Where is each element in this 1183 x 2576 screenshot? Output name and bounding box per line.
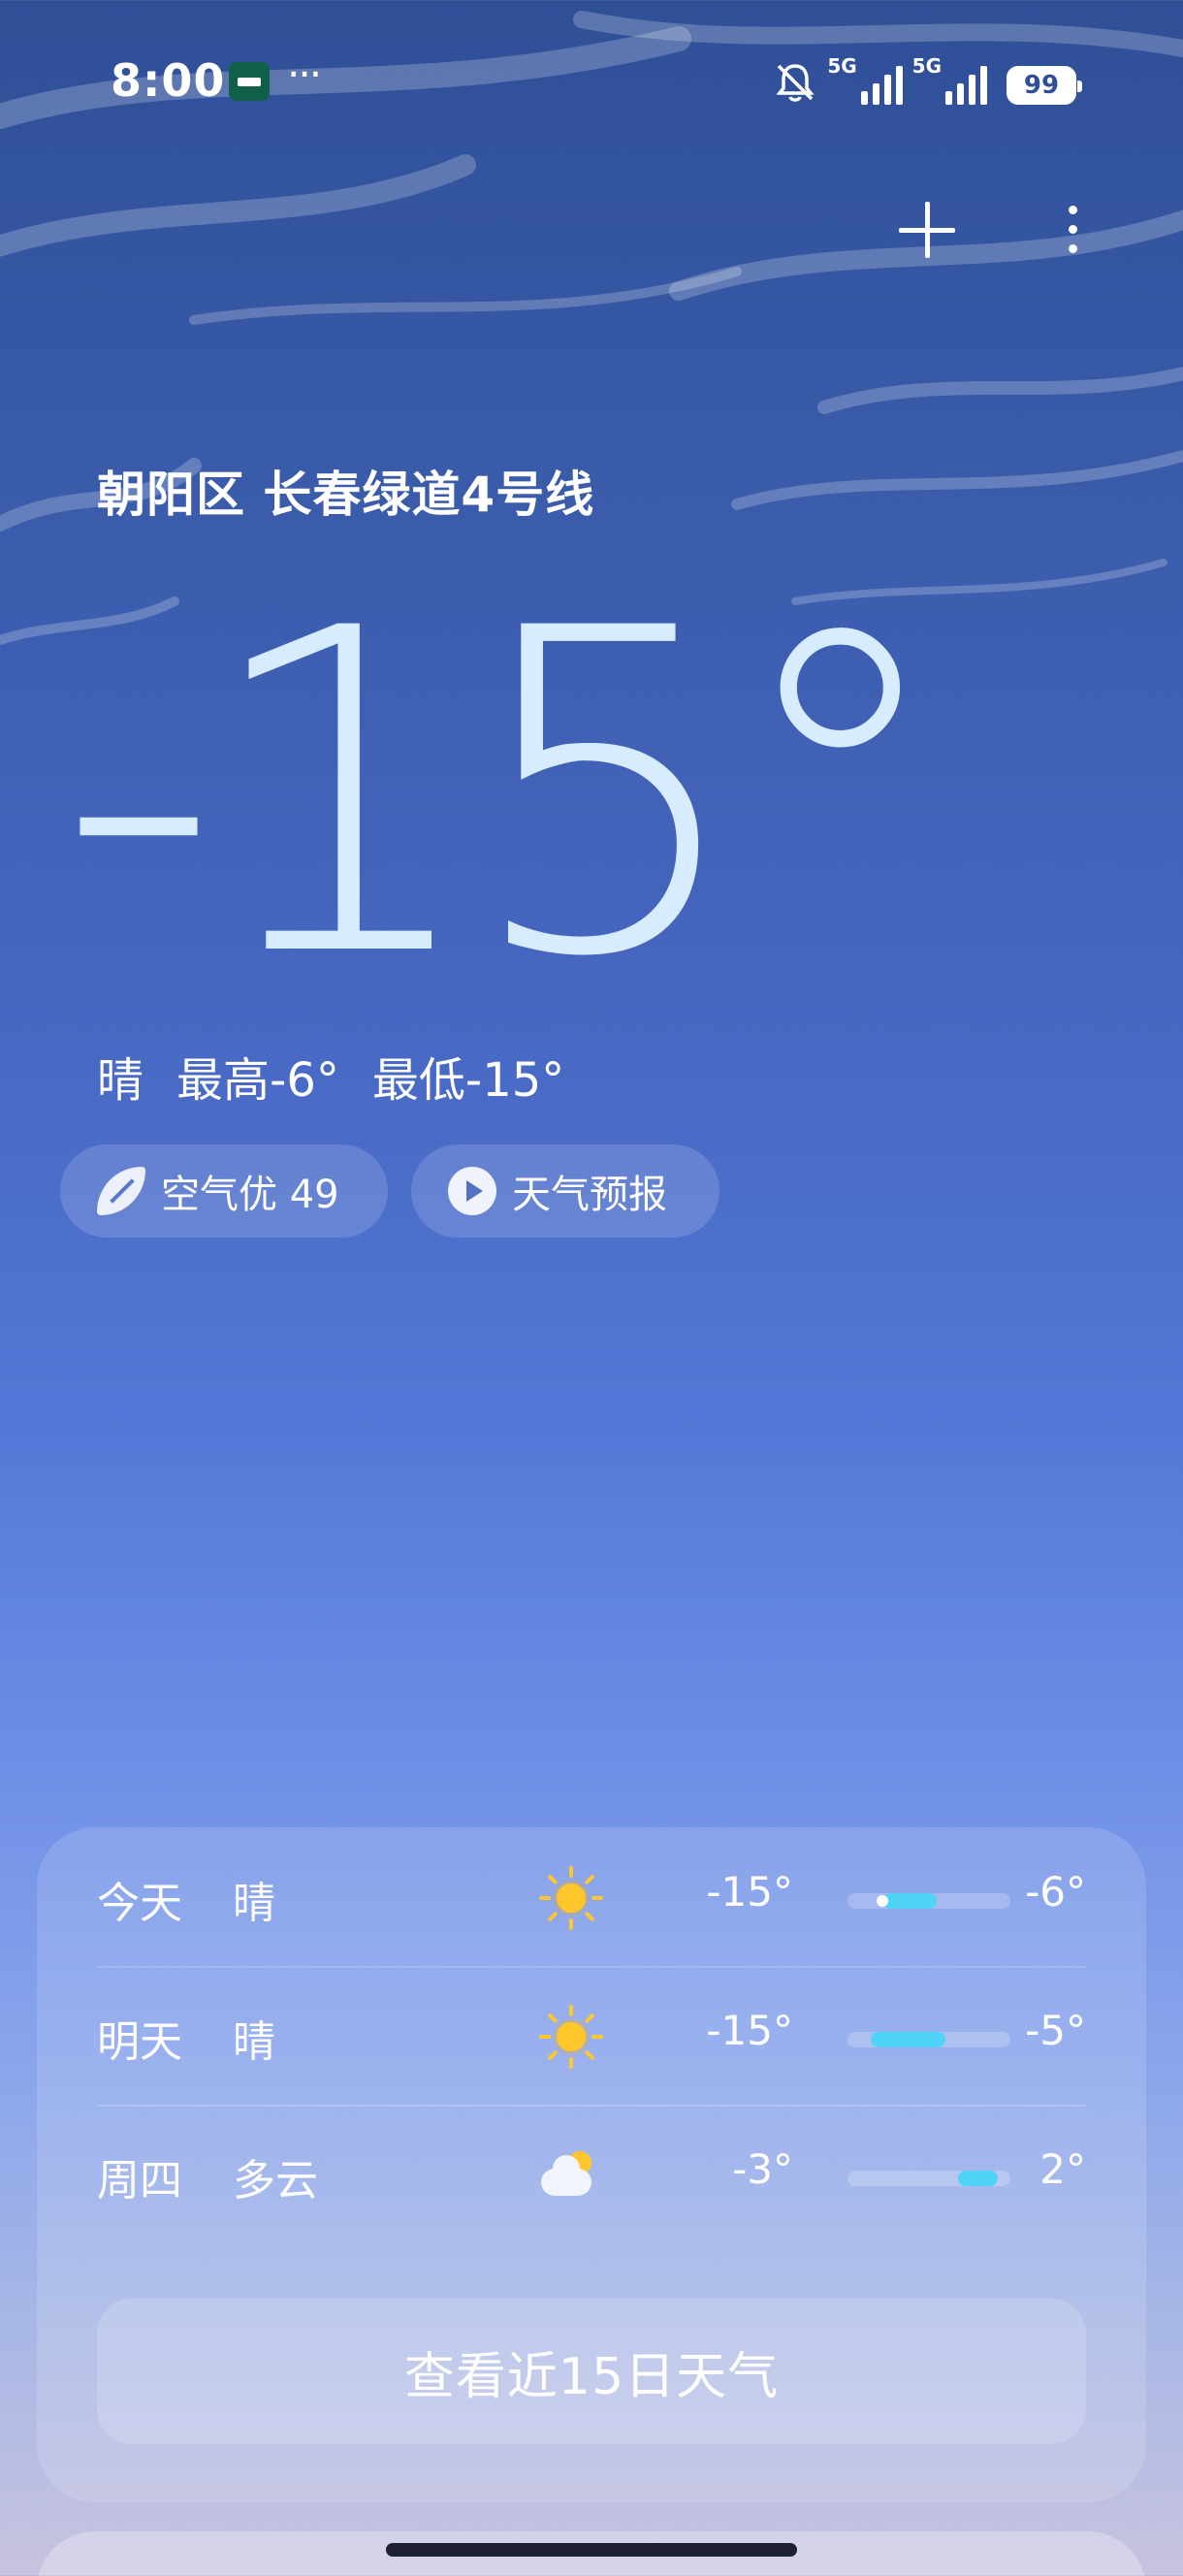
temperature-range-bar bbox=[847, 1893, 1010, 1909]
location-title[interactable]: 朝阳区 长春绿道4号线 bbox=[97, 456, 594, 526]
forecast-condition: 晴 bbox=[233, 1879, 275, 1928]
forecast-condition: 多云 bbox=[233, 2156, 318, 2206]
home-indicator[interactable] bbox=[386, 2543, 797, 2557]
view-15-day-button[interactable]: 查看近15日天气 bbox=[97, 2299, 1086, 2444]
air-quality-label: 空气优 49 bbox=[161, 1173, 339, 1217]
forecast-low: -15° bbox=[706, 1868, 793, 1916]
forecast-high: 2° bbox=[1039, 2145, 1086, 2193]
status-time: 8:00 bbox=[111, 54, 226, 107]
forecast-label: 天气预报 bbox=[512, 1173, 667, 1217]
sun-icon bbox=[537, 2003, 605, 2071]
forecast-high: -6° bbox=[1025, 1868, 1086, 1916]
status-more-indicator: ··· bbox=[287, 50, 322, 98]
temperature-range-bar bbox=[847, 2032, 1010, 2047]
partly-cloudy-icon bbox=[537, 2141, 605, 2209]
range-fill bbox=[870, 2032, 945, 2047]
forecast-day: 今天 bbox=[97, 1879, 182, 1928]
network-type-1: 5G bbox=[827, 54, 857, 78]
range-fill bbox=[882, 1893, 938, 1909]
signal-icon bbox=[860, 64, 903, 105]
notification-app-icon bbox=[229, 62, 270, 101]
battery-icon: 99 bbox=[1007, 66, 1082, 105]
range-fill bbox=[958, 2171, 998, 2186]
bell-muted-icon bbox=[776, 64, 815, 102]
forecast-day: 明天 bbox=[97, 2017, 182, 2067]
forecast-row-tomorrow[interactable]: 明天 晴 -15° -5° bbox=[97, 1966, 1086, 2105]
weather-summary: 晴最高-6° 最低-15° bbox=[97, 1042, 564, 1110]
forecast-high: -5° bbox=[1025, 2007, 1086, 2054]
status-right-icons: 5G 5G 99 bbox=[773, 54, 1082, 105]
current-condition: 晴 bbox=[97, 1053, 144, 1108]
network-type-2: 5G bbox=[911, 54, 942, 78]
forecast-low: -3° bbox=[732, 2145, 793, 2193]
forecast-condition: 晴 bbox=[233, 2017, 275, 2067]
sun-icon bbox=[537, 1864, 605, 1932]
forecast-video-chip[interactable]: 天气预报 bbox=[411, 1144, 719, 1238]
forecast-row-today[interactable]: 今天 晴 -15° -6° bbox=[97, 1827, 1086, 1966]
current-temp-dot bbox=[877, 1895, 888, 1907]
status-bar: 8:00 ··· 5G 5G 99 bbox=[0, 0, 1183, 165]
forecast-low: -15° bbox=[706, 2007, 793, 2054]
forecast-row-thursday[interactable]: 周四 多云 -3° 2° bbox=[97, 2105, 1086, 2243]
leaf-icon bbox=[97, 1167, 145, 1215]
play-icon bbox=[448, 1167, 496, 1215]
current-temperature: -15° bbox=[58, 535, 951, 1054]
temperature-range-bar bbox=[847, 2171, 1010, 2186]
air-quality-chip[interactable]: 空气优 49 bbox=[60, 1144, 388, 1238]
high-temp: 最高-6° bbox=[176, 1053, 339, 1108]
signal-icon-2 bbox=[945, 64, 987, 105]
low-temp: 最低-15° bbox=[371, 1053, 565, 1108]
forecast-day: 周四 bbox=[97, 2156, 182, 2206]
more-vertical-icon[interactable] bbox=[1053, 194, 1092, 264]
add-city-button[interactable] bbox=[892, 194, 962, 264]
